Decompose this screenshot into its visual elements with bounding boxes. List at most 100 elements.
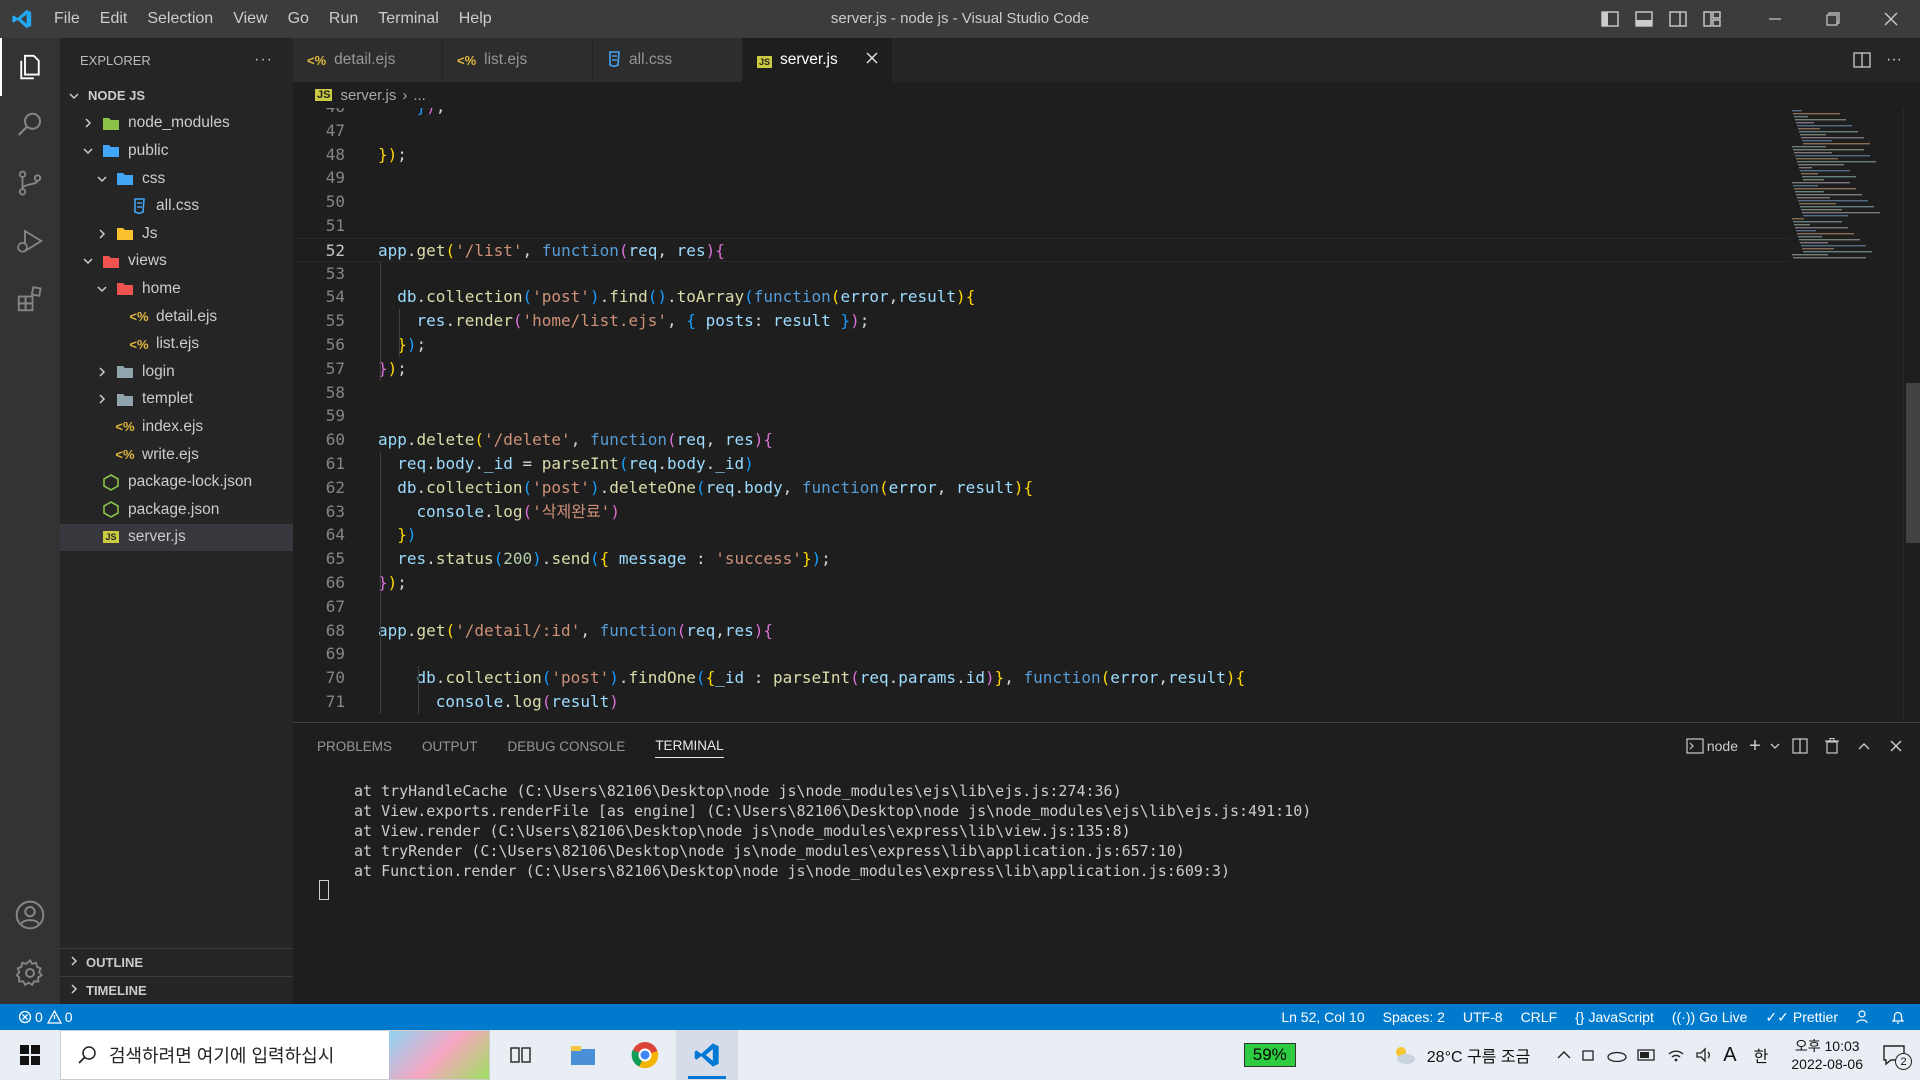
code-editor[interactable]: 46 });4748});49505152app.get('/list', fu… <box>293 108 1903 722</box>
indentation[interactable]: Spaces: 2 <box>1374 1004 1454 1030</box>
toggle-panel-icon[interactable] <box>1630 0 1658 38</box>
menu-item-help[interactable]: Help <box>449 0 502 38</box>
cursor-position[interactable]: Ln 52, Col 10 <box>1272 1004 1373 1030</box>
tree-item-index-ejs[interactable]: <% index.ejs <box>60 413 293 441</box>
split-editor-icon[interactable] <box>1846 38 1878 82</box>
tree-item-login[interactable]: login <box>60 358 293 386</box>
tree-item-server-js[interactable]: JS server.js <box>60 523 293 552</box>
menu-item-selection[interactable]: Selection <box>137 0 223 38</box>
chrome-app-icon[interactable] <box>614 1030 676 1080</box>
onedrive-cloud-icon[interactable] <box>1607 1048 1627 1062</box>
windows-start-icon[interactable] <box>0 1030 60 1080</box>
menu-item-view[interactable]: View <box>223 0 277 38</box>
language-mode[interactable]: {} JavaScript <box>1566 1004 1663 1030</box>
minimap[interactable] <box>1790 108 1903 722</box>
breadcrumb-file[interactable]: server.js <box>340 87 396 104</box>
tree-item-package-json[interactable]: package.json <box>60 496 293 524</box>
tab-all-css[interactable]: all.css <box>593 38 743 82</box>
editor-scrollbar[interactable] <box>1903 108 1920 722</box>
menu-item-run[interactable]: Run <box>319 0 368 38</box>
go-live-button[interactable]: ((·)) Go Live <box>1663 1004 1757 1030</box>
battery-indicator[interactable]: 59% <box>1243 1043 1296 1067</box>
taskbar-search-box[interactable]: 검색하려면 여기에 입력하십시 <box>60 1030 490 1080</box>
tab-detail-ejs[interactable]: <% detail.ejs <box>293 38 443 82</box>
line-number: 50 <box>325 192 345 212</box>
menu-item-go[interactable]: Go <box>278 0 319 38</box>
outline-section[interactable]: OUTLINE <box>60 948 293 976</box>
chevron-down-icon[interactable] <box>1766 723 1784 769</box>
maximize-panel-icon[interactable] <box>1848 723 1880 769</box>
wifi-icon[interactable] <box>1667 1047 1685 1063</box>
restore-button[interactable] <box>1804 0 1862 38</box>
tree-item-list-ejs[interactable]: <% list.ejs <box>60 330 293 358</box>
tree-item-views[interactable]: views <box>60 248 293 276</box>
extensions-icon[interactable] <box>0 270 60 328</box>
workspace-root[interactable]: NODE JS <box>60 82 293 110</box>
timeline-section[interactable]: TIMELINE <box>60 976 293 1004</box>
tree-item-css[interactable]: css <box>60 165 293 193</box>
vscode-app-icon[interactable] <box>676 1030 738 1080</box>
minimize-button[interactable] <box>1746 0 1804 38</box>
explorer-icon[interactable] <box>0 38 60 96</box>
split-terminal-icon[interactable] <box>1784 723 1816 769</box>
weather-icon[interactable] <box>1391 1044 1417 1066</box>
panel-tab-terminal[interactable]: TERMINAL <box>655 734 724 758</box>
line-ending[interactable]: CRLF <box>1512 1004 1567 1030</box>
prettier-status[interactable]: ✓✓ Prettier <box>1756 1004 1847 1030</box>
menu-item-terminal[interactable]: Terminal <box>368 0 448 38</box>
weather-text[interactable]: 28°C 구름 조금 <box>1427 1043 1531 1067</box>
customize-layout-icon[interactable] <box>1698 0 1726 38</box>
tree-item-home[interactable]: home <box>60 275 293 303</box>
toggle-primary-sidebar-icon[interactable] <box>1596 0 1624 38</box>
volume-icon[interactable] <box>1695 1047 1713 1063</box>
encoding[interactable]: UTF-8 <box>1454 1004 1512 1030</box>
tree-item-write-ejs[interactable]: <% write.ejs <box>60 441 293 469</box>
code-line: 57}); <box>293 357 1793 381</box>
panel-tab-debug-console[interactable]: DEBUG CONSOLE <box>508 723 626 769</box>
toggle-secondary-sidebar-icon[interactable] <box>1664 0 1692 38</box>
terminal-name[interactable]: node <box>1707 738 1738 754</box>
notifications-bell-icon[interactable] <box>1881 1004 1920 1030</box>
tree-item-templet[interactable]: templet <box>60 386 293 414</box>
tab-list-ejs[interactable]: <% list.ejs <box>443 38 593 82</box>
close-panel-icon[interactable] <box>1880 723 1912 769</box>
explorer-more-actions-icon[interactable]: ··· <box>254 51 273 69</box>
panel-tab-problems[interactable]: PROBLEMS <box>317 723 392 769</box>
trash-icon[interactable] <box>1816 723 1848 769</box>
problems-status[interactable]: 0 0 <box>0 1004 82 1030</box>
chevron-up-icon[interactable] <box>1557 1050 1571 1060</box>
panel-tab-output[interactable]: OUTPUT <box>422 723 478 769</box>
meet-now-icon[interactable] <box>1581 1047 1597 1063</box>
settings-gear-icon[interactable] <box>0 944 60 1002</box>
tree-item-public[interactable]: public <box>60 137 293 165</box>
tree-item-detail-ejs[interactable]: <% detail.ejs <box>60 303 293 331</box>
scrollbar-thumb[interactable] <box>1906 383 1920 543</box>
breadcrumb-symbol[interactable]: ... <box>413 87 426 104</box>
tree-item-js[interactable]: Js <box>60 220 293 248</box>
tab-server-js[interactable]: JS server.js <box>743 38 893 82</box>
tree-item-all-css[interactable]: all.css <box>60 192 293 220</box>
close-window-button[interactable] <box>1862 0 1920 38</box>
file-explorer-app-icon[interactable] <box>552 1030 614 1080</box>
tree-item-node-modules[interactable]: node_modules <box>60 110 293 138</box>
code-line: 69 <box>293 642 1793 666</box>
source-control-icon[interactable] <box>0 154 60 212</box>
menu-item-file[interactable]: File <box>44 0 90 38</box>
feedback-icon[interactable] <box>1847 1004 1881 1030</box>
tree-item-package-lock-json[interactable]: package-lock.json <box>60 468 293 496</box>
run-debug-icon[interactable] <box>0 212 60 270</box>
close-tab-icon[interactable] <box>866 51 878 69</box>
editor-tabs: <% detail.ejs <% list.ejs all.css JS server.js… <box>293 38 1920 82</box>
accounts-icon[interactable] <box>0 886 60 944</box>
editor-more-actions-icon[interactable]: ··· <box>1878 38 1910 82</box>
battery-percent: 59% <box>1243 1043 1296 1067</box>
new-terminal-icon[interactable]: + <box>1744 723 1766 769</box>
task-view-icon[interactable] <box>490 1030 552 1080</box>
ime-language[interactable]: 한 <box>1754 1043 1769 1067</box>
action-center-icon[interactable]: 2 <box>1882 1044 1912 1070</box>
ime-mode-letter[interactable]: A <box>1723 1044 1736 1067</box>
battery-icon[interactable] <box>1637 1049 1657 1061</box>
search-icon[interactable] <box>0 96 60 154</box>
clock[interactable]: 오후 10:03 2022-08-06 <box>1791 1037 1863 1073</box>
menu-item-edit[interactable]: Edit <box>90 0 138 38</box>
